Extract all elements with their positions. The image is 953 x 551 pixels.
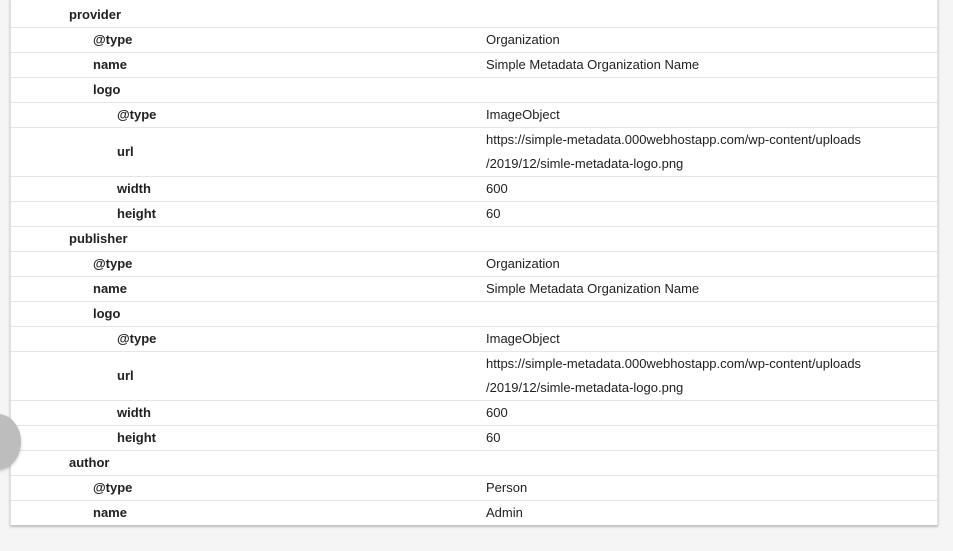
- table-row: name Simple Metadata Organization Name: [11, 277, 937, 302]
- row-key: url: [117, 144, 134, 159]
- row-key: name: [93, 57, 127, 72]
- table-row: logo: [11, 78, 937, 103]
- table-row: url https://simple-metadata.000webhostap…: [11, 352, 937, 401]
- row-key: @type: [117, 331, 157, 346]
- table-row: @type Organization: [11, 28, 937, 53]
- table-row: width 600: [11, 177, 937, 202]
- row-key: logo: [93, 306, 121, 321]
- row-key: @type: [93, 32, 133, 47]
- table-row: publisher: [11, 227, 937, 252]
- table-rows: provider @type Organization name Simple …: [11, 3, 937, 526]
- row-key: @type: [93, 480, 133, 495]
- row-key: logo: [93, 82, 121, 97]
- row-key: author: [69, 455, 110, 470]
- row-value: 60: [486, 206, 501, 221]
- row-value: Organization: [486, 256, 560, 271]
- row-key: width: [117, 405, 151, 420]
- row-value: Simple Metadata Organization Name: [486, 281, 700, 296]
- row-value: ImageObject: [486, 107, 560, 122]
- url-line-2: /2019/12/simle-metadata-logo.png: [486, 156, 684, 171]
- row-key: url: [117, 368, 134, 383]
- row-key: height: [117, 430, 156, 445]
- table-row: url https://simple-metadata.000webhostap…: [11, 128, 937, 177]
- row-key: publisher: [69, 231, 128, 246]
- row-value: https://simple-metadata.000webhostapp.co…: [486, 128, 906, 176]
- table-row: name Admin: [11, 501, 937, 526]
- row-value: 600: [486, 405, 508, 420]
- row-key: @type: [117, 107, 157, 122]
- row-value: Person: [486, 480, 528, 495]
- table-row: @type ImageObject: [11, 327, 937, 352]
- row-key: provider: [69, 7, 122, 22]
- table-row: @type ImageObject: [11, 103, 937, 128]
- table-row: provider: [11, 3, 937, 28]
- table-row: name Simple Metadata Organization Name: [11, 53, 937, 78]
- row-value: Organization: [486, 32, 560, 47]
- row-value: Simple Metadata Organization Name: [486, 57, 700, 72]
- structured-data-table: provider @type Organization name Simple …: [10, 0, 938, 525]
- table-row: @type Organization: [11, 252, 937, 277]
- table-row: height 60: [11, 202, 937, 227]
- url-line-2: /2019/12/simle-metadata-logo.png: [486, 380, 684, 395]
- row-key: height: [117, 206, 156, 221]
- table-row: height 60: [11, 426, 937, 451]
- row-key: @type: [93, 256, 133, 271]
- row-key: name: [93, 505, 127, 520]
- table-row: author: [11, 451, 937, 476]
- url-line-1: https://simple-metadata.000webhostapp.co…: [486, 132, 862, 147]
- row-value: ImageObject: [486, 331, 560, 346]
- row-key: width: [117, 181, 151, 196]
- row-value: https://simple-metadata.000webhostapp.co…: [486, 352, 906, 400]
- row-value: 600: [486, 181, 508, 196]
- table-row: @type Person: [11, 476, 937, 501]
- table-row: width 600: [11, 401, 937, 426]
- url-line-1: https://simple-metadata.000webhostapp.co…: [486, 356, 862, 371]
- row-key: name: [93, 281, 127, 296]
- table-row: logo: [11, 302, 937, 327]
- row-value: 60: [486, 430, 501, 445]
- row-value: Admin: [486, 505, 523, 520]
